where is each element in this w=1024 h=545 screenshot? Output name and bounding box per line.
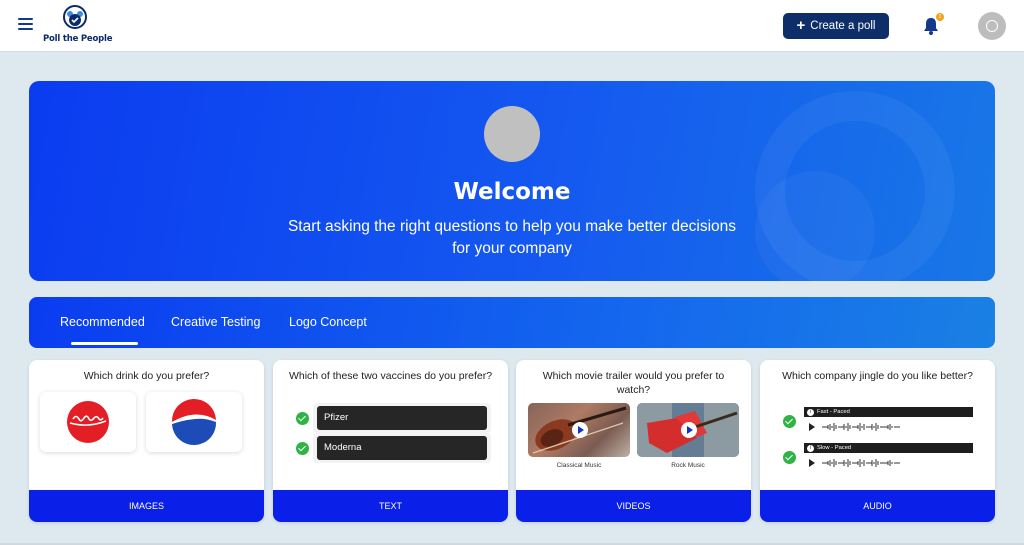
audio-play-icon[interactable]: [808, 423, 816, 431]
audio-title-slow: Slow - Paced: [804, 443, 973, 453]
logo-icon: [63, 5, 87, 29]
poll-template-card-text[interactable]: Which of these two vaccines do you prefe…: [273, 360, 508, 522]
tab-creative-testing[interactable]: Creative Testing: [171, 315, 260, 329]
card-question: Which company jingle do you like better?: [782, 370, 973, 382]
top-bar: Poll the People + Create a poll 1: [0, 0, 1024, 52]
card-type-label: AUDIO: [760, 490, 995, 522]
play-icon[interactable]: [681, 422, 697, 438]
option-pfizer: Pfizer: [317, 406, 487, 430]
card-question: Which movie trailer would you prefer to …: [542, 370, 725, 396]
card-type-label: VIDEOS: [516, 490, 751, 522]
pepsi-logo-icon: [171, 398, 217, 446]
cocacola-logo-icon: [67, 401, 109, 443]
audio-play-icon[interactable]: [808, 459, 816, 467]
audio-waveform-icon: [822, 459, 900, 467]
template-tabs: Recommended Creative Testing Logo Concep…: [29, 297, 995, 348]
plus-icon: +: [796, 17, 806, 34]
tab-recommended[interactable]: Recommended: [60, 315, 145, 329]
create-poll-label: Create a poll: [810, 20, 876, 32]
check-icon: [783, 415, 796, 428]
poll-template-card-videos[interactable]: Which movie trailer would you prefer to …: [516, 360, 751, 522]
user-avatar[interactable]: [978, 12, 1006, 40]
check-icon: [296, 412, 309, 425]
welcome-title: Welcome: [453, 179, 571, 205]
poll-template-card-audio[interactable]: Which company jingle do you like better?…: [760, 360, 995, 522]
video-label-rock: Rock Music: [671, 462, 705, 469]
audio-waveform-icon: [822, 423, 900, 431]
welcome-banner: Welcome Start asking the right questions…: [29, 81, 995, 281]
option-image-pepsi: [146, 392, 242, 452]
video-thumbnail-classical: [528, 403, 630, 457]
audio-title-fast: Fast - Paced: [804, 407, 973, 417]
option-moderna: Moderna: [317, 436, 487, 460]
video-label-classical: Classical Music: [556, 462, 602, 469]
active-tab-indicator: [71, 342, 138, 345]
notification-badge: 1: [936, 13, 944, 21]
app-name: Poll the People: [43, 34, 113, 44]
option-image-cocacola: [40, 392, 136, 452]
check-icon: [783, 451, 796, 464]
tab-logo-concept[interactable]: Logo Concept: [289, 315, 367, 329]
card-type-label: TEXT: [273, 490, 508, 522]
card-type-label: IMAGES: [29, 490, 264, 522]
create-poll-button[interactable]: + Create a poll: [783, 13, 889, 39]
check-icon: [296, 442, 309, 455]
profile-avatar[interactable]: [484, 106, 540, 162]
card-question: Which of these two vaccines do you prefe…: [288, 370, 493, 382]
play-icon[interactable]: [572, 422, 588, 438]
app-logo[interactable]: Poll the People: [43, 5, 113, 47]
card-question: Which drink do you prefer?: [83, 370, 210, 382]
hamburger-menu-icon[interactable]: [18, 18, 33, 31]
welcome-subtitle: Start asking the right questions to help…: [287, 218, 737, 257]
poll-template-card-images[interactable]: Which drink do you prefer? IMAGES: [29, 360, 264, 522]
video-thumbnail-rock: [637, 403, 739, 457]
